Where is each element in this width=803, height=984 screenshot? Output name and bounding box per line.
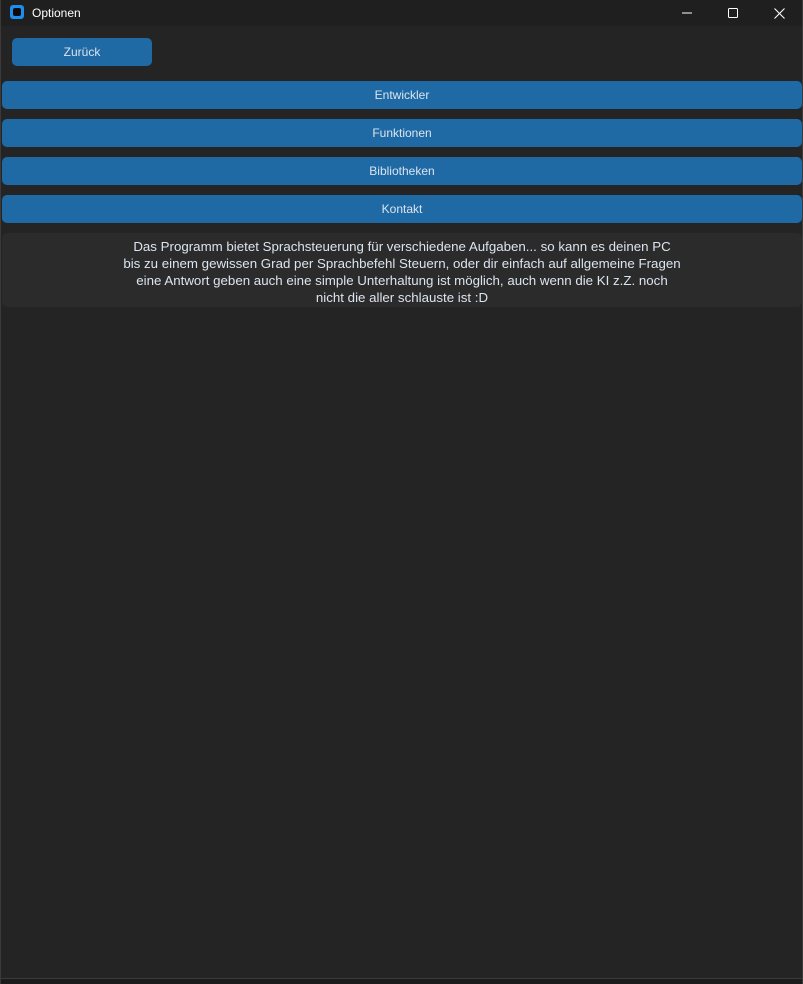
back-button[interactable]: Zurück — [12, 38, 152, 66]
window-title: Optionen — [32, 6, 81, 20]
title-bar[interactable]: Optionen — [1, 0, 802, 26]
maximize-button[interactable] — [710, 0, 756, 26]
app-icon — [10, 5, 24, 19]
contact-button[interactable]: Kontakt — [2, 195, 802, 223]
minimize-icon — [682, 12, 692, 14]
window-bottom-edge — [1, 978, 802, 984]
close-icon — [773, 7, 785, 19]
maximize-icon — [728, 8, 738, 18]
libraries-button[interactable]: Bibliotheken — [2, 157, 802, 185]
minimize-button[interactable] — [664, 0, 710, 26]
close-button[interactable] — [756, 0, 802, 26]
developer-button[interactable]: Entwickler — [2, 81, 802, 109]
info-text: Das Programm bietet Sprachsteuerung für … — [123, 239, 681, 305]
functions-button[interactable]: Funktionen — [2, 119, 802, 147]
info-panel: Das Programm bietet Sprachsteuerung für … — [2, 233, 802, 307]
options-window: Optionen Zurück Entwickler Funktionen Bi… — [0, 0, 803, 984]
